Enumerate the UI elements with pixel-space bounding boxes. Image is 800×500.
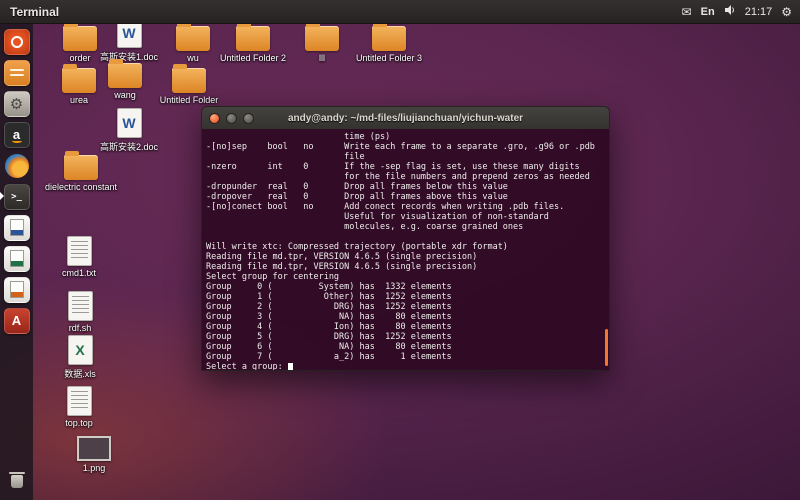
folder-icon	[108, 59, 142, 88]
folder-icon	[63, 22, 97, 51]
indicator-area: ✉ En 21:17 ⚙	[682, 4, 792, 19]
desktop-icon-doc1[interactable]: W 高斯安装1.doc	[93, 18, 165, 63]
launcher-item-libreoffice-impress[interactable]	[0, 274, 33, 305]
folder-icon	[172, 64, 206, 93]
libreoffice-writer-icon	[3, 214, 30, 241]
unity-launcher: ⚙ a >_ A	[0, 24, 33, 500]
launcher-item-dash-home[interactable]	[0, 26, 33, 57]
desktop-icon-wang[interactable]: wang	[89, 59, 161, 100]
messaging-menu-icon[interactable]: ✉	[682, 6, 692, 18]
firefox-icon	[4, 153, 30, 179]
icon-label: 数据.xls	[64, 369, 96, 379]
launcher-item-trash[interactable]	[0, 466, 33, 497]
desktop-icon-untitled-folder-2[interactable]: Untitled Folder 2	[217, 22, 289, 63]
terminal-window: andy@andy: ~/md-files/liujianchuan/yichu…	[201, 106, 610, 371]
clock[interactable]: 21:17	[745, 6, 773, 18]
top-menu-bar: Terminal ✉ En 21:17 ⚙	[0, 0, 800, 24]
launcher-item-amazon[interactable]: a	[0, 119, 33, 150]
text-file-icon	[66, 236, 92, 266]
folder-icon	[305, 22, 339, 51]
running-app-arrow-icon	[0, 192, 4, 200]
icon-label: Untitled Folder 2	[219, 53, 287, 63]
launcher-item-system-settings[interactable]: ⚙	[0, 88, 33, 119]
icon-label: cmd1.txt	[61, 268, 96, 278]
icon-label: top.top	[65, 418, 93, 428]
terminal-cursor	[287, 362, 293, 370]
terminal-prompt: Select a group:	[206, 362, 288, 371]
folder-icon	[372, 22, 406, 51]
spreadsheet-icon: X	[67, 335, 93, 365]
libreoffice-calc-icon	[3, 245, 30, 272]
desktop-icon-untitled-folder[interactable]: Untitled Folder	[153, 64, 225, 105]
terminal-icon: >_	[3, 183, 30, 210]
files-icon	[3, 59, 30, 86]
volume-icon[interactable]	[724, 4, 736, 19]
icon-label: urea	[69, 95, 88, 105]
launcher-item-files[interactable]	[0, 57, 33, 88]
desktop-icon-rdf-sh[interactable]: rdf.sh	[44, 291, 116, 333]
session-gear-icon[interactable]: ⚙	[781, 6, 792, 18]
icon-label: wu	[187, 53, 199, 63]
folder-icon	[176, 22, 210, 51]
launcher-item-libreoffice-writer[interactable]	[0, 212, 33, 243]
text-file-icon	[66, 386, 92, 416]
launcher-item-libreoffice-calc[interactable]	[0, 243, 33, 274]
icon-label: 1.png	[82, 463, 106, 473]
shell-script-icon	[67, 291, 93, 321]
launcher-item-terminal[interactable]: >_	[0, 181, 33, 212]
launcher-item-software-center[interactable]: A	[0, 305, 33, 336]
desktop-icon-cmd1-txt[interactable]: cmd1.txt	[43, 236, 115, 278]
terminal-output: time (ps) -[no]sep bool no Write each fr…	[206, 132, 595, 362]
desktop-icon-lll[interactable]: lll	[286, 22, 358, 63]
desktop-icon-dielectric-constant[interactable]: dielectric constant	[44, 151, 118, 192]
desktop-icon-1-png[interactable]: 1.png	[58, 436, 130, 473]
terminal-title: andy@andy: ~/md-files/liujianchuan/yichu…	[287, 112, 524, 124]
folder-icon	[236, 22, 270, 51]
terminal-body[interactable]: time (ps) -[no]sep bool no Write each fr…	[202, 129, 609, 371]
software-center-icon: A	[3, 307, 30, 334]
word-doc-icon: W	[116, 108, 142, 138]
keyboard-layout-indicator[interactable]: En	[701, 6, 715, 18]
trash-icon	[8, 472, 25, 488]
terminal-titlebar[interactable]: andy@andy: ~/md-files/liujianchuan/yichu…	[202, 107, 609, 129]
amazon-icon: a	[3, 121, 30, 148]
desktop-icon-untitled-folder-3[interactable]: Untitled Folder 3	[353, 22, 425, 63]
image-thumbnail-icon	[77, 436, 111, 461]
icon-label: Untitled Folder 3	[355, 53, 423, 63]
desktop-icon-top-top[interactable]: top.top	[43, 386, 115, 428]
terminal-prompt-line: Select a group:	[206, 362, 605, 371]
close-button[interactable]	[209, 113, 220, 124]
launcher-item-firefox[interactable]	[0, 150, 33, 181]
icon-label: 高斯安装2.doc	[99, 142, 159, 152]
folder-icon	[64, 151, 98, 180]
icon-label: Untitled Folder	[159, 95, 219, 105]
icon-label: lll	[319, 53, 325, 63]
minimize-button[interactable]	[226, 113, 237, 124]
icon-label: dielectric constant	[44, 182, 118, 192]
scrollbar-thumb[interactable]	[605, 329, 608, 366]
desktop-icon-xls[interactable]: X 数据.xls	[44, 335, 116, 380]
icon-label: rdf.sh	[68, 323, 92, 333]
maximize-button[interactable]	[243, 113, 254, 124]
system-settings-icon: ⚙	[3, 90, 30, 117]
icon-label: order	[69, 53, 91, 63]
libreoffice-impress-icon	[3, 276, 30, 303]
icon-label: wang	[114, 90, 136, 100]
dash-home-icon	[3, 28, 30, 55]
active-app-title: Terminal	[10, 4, 60, 19]
desktop-icon-doc2[interactable]: W 高斯安装2.doc	[93, 108, 165, 153]
